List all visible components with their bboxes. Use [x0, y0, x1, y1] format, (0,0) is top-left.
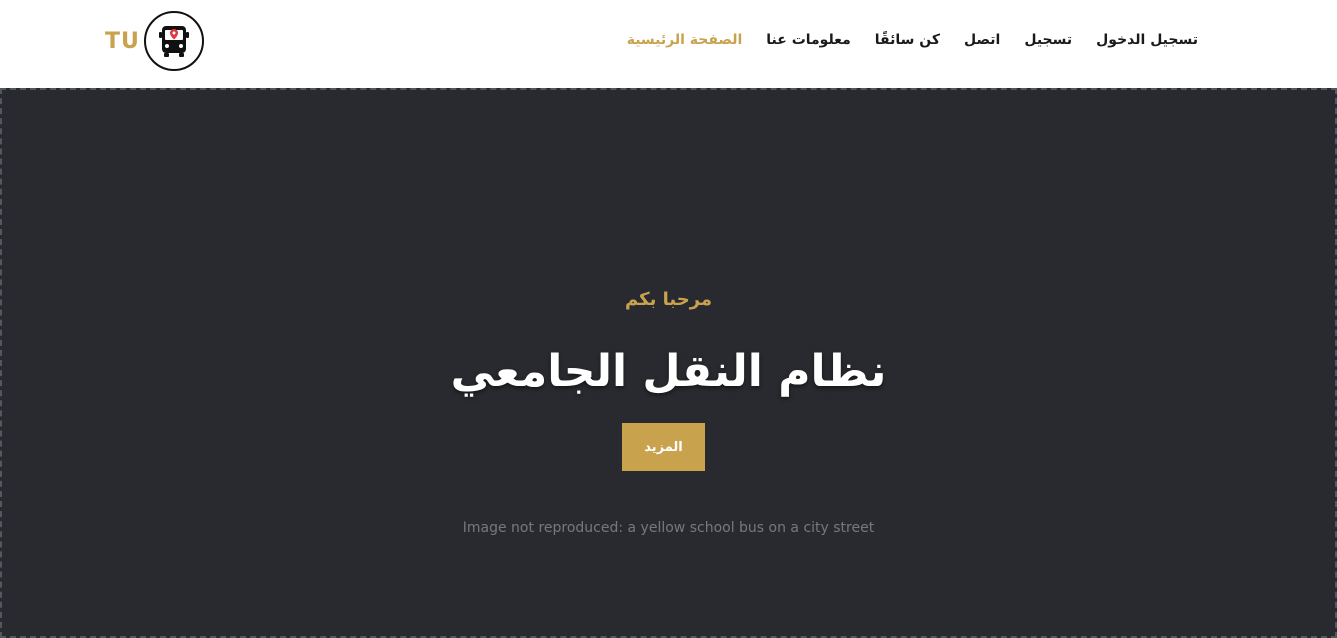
site-header: TU الصفحة الرئيسية معلومات عنا كن سائقًا… [0, 0, 1337, 88]
bus-location-icon [143, 11, 204, 71]
nav-item-register[interactable]: تسجيل [1012, 28, 1084, 52]
nav-item-become-driver[interactable]: كن سائقًا [863, 28, 952, 52]
hero-title: نظام النقل الجامعي [450, 346, 887, 397]
main-nav: الصفحة الرئيسية معلومات عنا كن سائقًا ات… [615, 28, 1210, 52]
more-button[interactable]: المزيد [622, 423, 705, 471]
nav-item-contact[interactable]: اتصل [952, 28, 1012, 52]
nav-item-login[interactable]: تسجيل الدخول [1084, 28, 1210, 52]
hero-section: Image not reproduced: a yellow school bu… [0, 88, 1337, 638]
logo-text: TU [105, 28, 140, 54]
nav-item-about[interactable]: معلومات عنا [754, 28, 862, 52]
hero-content: مرحبا بكم نظام النقل الجامعي المزيد [0, 88, 1337, 638]
welcome-text: مرحبا بكم [624, 289, 713, 310]
site-logo[interactable]: TU [105, 11, 204, 71]
nav-item-home[interactable]: الصفحة الرئيسية [615, 28, 755, 52]
